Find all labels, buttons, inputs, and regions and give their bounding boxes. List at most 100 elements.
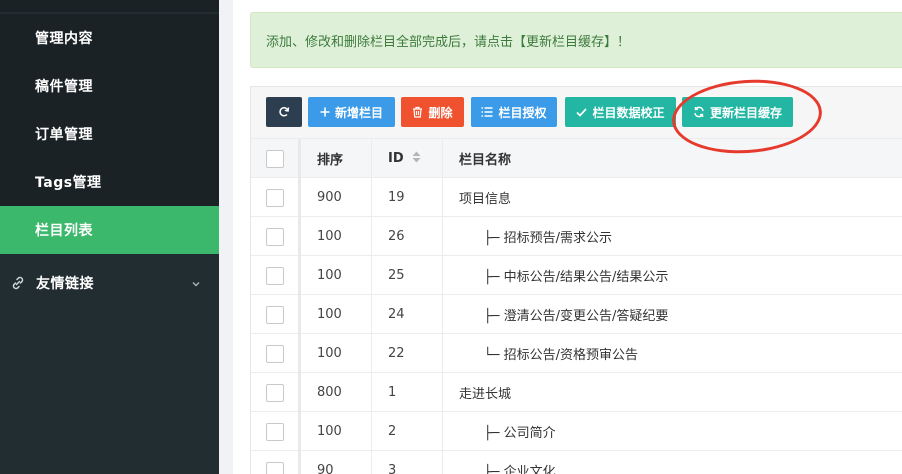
sort-icon[interactable] [412,151,421,167]
delete-button[interactable]: 删除 [401,97,464,127]
row-sort: 900 [301,178,372,217]
sidebar-item-orders[interactable]: 订单管理 [0,110,219,158]
sidebar-item-label: 稿件管理 [35,79,93,95]
add-column-button[interactable]: 新增栏目 [308,97,395,127]
row-sort: 100 [301,256,372,295]
row-name-value: ├─ 公司简介 [459,426,556,441]
row-name: ├─ 中标公告/结果公告/结果公示 [443,256,902,295]
sidebar-item-label: Tags管理 [35,175,102,191]
row-sort: 100 [301,217,372,256]
row-id: 1 [372,373,443,412]
validate-data-label: 栏目数据校正 [592,105,665,120]
row-checkbox-cell [251,373,301,412]
row-name: ├─ 澄清公告/变更公告/答疑纪要 [443,295,902,334]
row-id-value: 26 [388,229,405,244]
main-content: 添加、修改和删除栏目全部完成后，请点击【更新栏目缓存】！ 新增栏目 删除 栏目授… [233,0,902,474]
row-sort: 100 [301,412,372,451]
row-sort-value: 900 [317,190,342,205]
row-checkbox[interactable] [265,344,284,363]
row-id-value: 1 [388,385,397,400]
row-sort-value: 100 [317,229,342,244]
sidebar-item-column-list[interactable]: 栏目列表 [0,206,219,254]
row-checkbox-cell [251,412,301,451]
row-name: 项目信息 [443,178,902,217]
row-sort-value: 800 [317,385,342,400]
trash-icon [413,106,423,118]
check-icon [576,107,588,117]
column-auth-button[interactable]: 栏目授权 [471,97,557,127]
row-sort-value: 100 [317,268,342,283]
row-checkbox-cell [251,178,301,217]
header-name: 栏目名称 [443,139,902,178]
table-row: 100 24 ├─ 澄清公告/变更公告/答疑纪要 [251,295,902,334]
row-name: ├─ 企业文化 [443,451,902,474]
row-name: ├─ 招标预告/需求公示 [443,217,902,256]
header-checkbox-cell [251,139,301,178]
refresh-button[interactable] [266,97,302,127]
row-name-value: ├─ 招标预告/需求公示 [459,231,612,246]
row-id: 24 [372,295,443,334]
sidebar: 管理内容 稿件管理 订单管理 Tags管理 栏目列表 友情链接 [0,0,219,474]
refresh-icon [279,107,290,117]
table-row: 800 1 走进长城 [251,373,902,412]
row-checkbox-cell [251,295,301,334]
validate-data-button[interactable]: 栏目数据校正 [565,97,676,127]
alert-success: 添加、修改和删除栏目全部完成后，请点击【更新栏目缓存】！ [250,12,902,68]
row-checkbox-cell [251,256,301,295]
header-sort-label: 排序 [317,153,344,168]
row-id-value: 2 [388,424,397,439]
select-all-checkbox[interactable] [265,149,284,168]
row-name-value: ├─ 澄清公告/变更公告/答疑纪要 [459,309,669,324]
column-table: 排序 ID 栏目名称 900 19 项目信息 100 26 ├─ 招标预告/需求… [251,139,902,474]
row-checkbox[interactable] [265,227,284,246]
row-checkbox-cell [251,334,301,373]
row-name: ├─ 公司简介 [443,412,902,451]
row-sort: 100 [301,334,372,373]
table-row: 100 22 └─ 招标公告/资格预审公告 [251,334,902,373]
row-checkbox[interactable] [265,383,284,402]
row-name-value: ├─ 中标公告/结果公告/结果公示 [459,270,669,285]
sidebar-top [0,0,219,12]
row-id: 2 [372,412,443,451]
row-name-value: 项目信息 [459,192,512,207]
alert-text: 添加、修改和删除栏目全部完成后，请点击【更新栏目缓存】！ [266,34,631,50]
row-checkbox-cell [251,217,301,256]
sidebar-item-friend-links[interactable]: 友情链接 [0,259,219,307]
plus-icon [320,107,330,117]
row-checkbox[interactable] [265,266,284,285]
row-sort: 800 [301,373,372,412]
add-column-label: 新增栏目 [334,105,383,120]
sidebar-item-tags[interactable]: Tags管理 [0,158,219,206]
table-row: 100 2 ├─ 公司简介 [251,412,902,451]
row-id-value: 19 [388,190,405,205]
sidebar-item-content[interactable]: 管理内容 [0,14,219,62]
delete-label: 删除 [428,105,453,120]
row-checkbox[interactable] [265,461,284,474]
row-id-value: 24 [388,307,405,322]
row-name-value: 走进长城 [459,387,512,402]
sidebar-item-manuscripts[interactable]: 稿件管理 [0,62,219,110]
row-sort-value: 100 [317,307,342,322]
table-row: 100 25 ├─ 中标公告/结果公告/结果公示 [251,256,902,295]
row-id-value: 25 [388,268,405,283]
row-checkbox[interactable] [265,305,284,324]
row-name-value: ├─ 企业文化 [459,465,556,474]
header-name-label: 栏目名称 [459,153,512,168]
header-id[interactable]: ID [372,139,443,178]
row-sort-value: 90 [317,463,334,474]
sidebar-item-label: 管理内容 [35,31,93,47]
row-id-value: 3 [388,463,397,474]
row-id: 26 [372,217,443,256]
row-sort-value: 100 [317,346,342,361]
link-icon [10,275,26,291]
row-id: 25 [372,256,443,295]
sidebar-item-label: 订单管理 [35,127,93,143]
row-id: 3 [372,451,443,474]
table-row: 900 19 项目信息 [251,178,902,217]
column-auth-label: 栏目授权 [498,105,547,120]
row-checkbox[interactable] [265,188,284,207]
row-sort: 90 [301,451,372,474]
row-sort-value: 100 [317,424,342,439]
row-checkbox[interactable] [265,422,284,441]
list-icon [481,107,493,117]
